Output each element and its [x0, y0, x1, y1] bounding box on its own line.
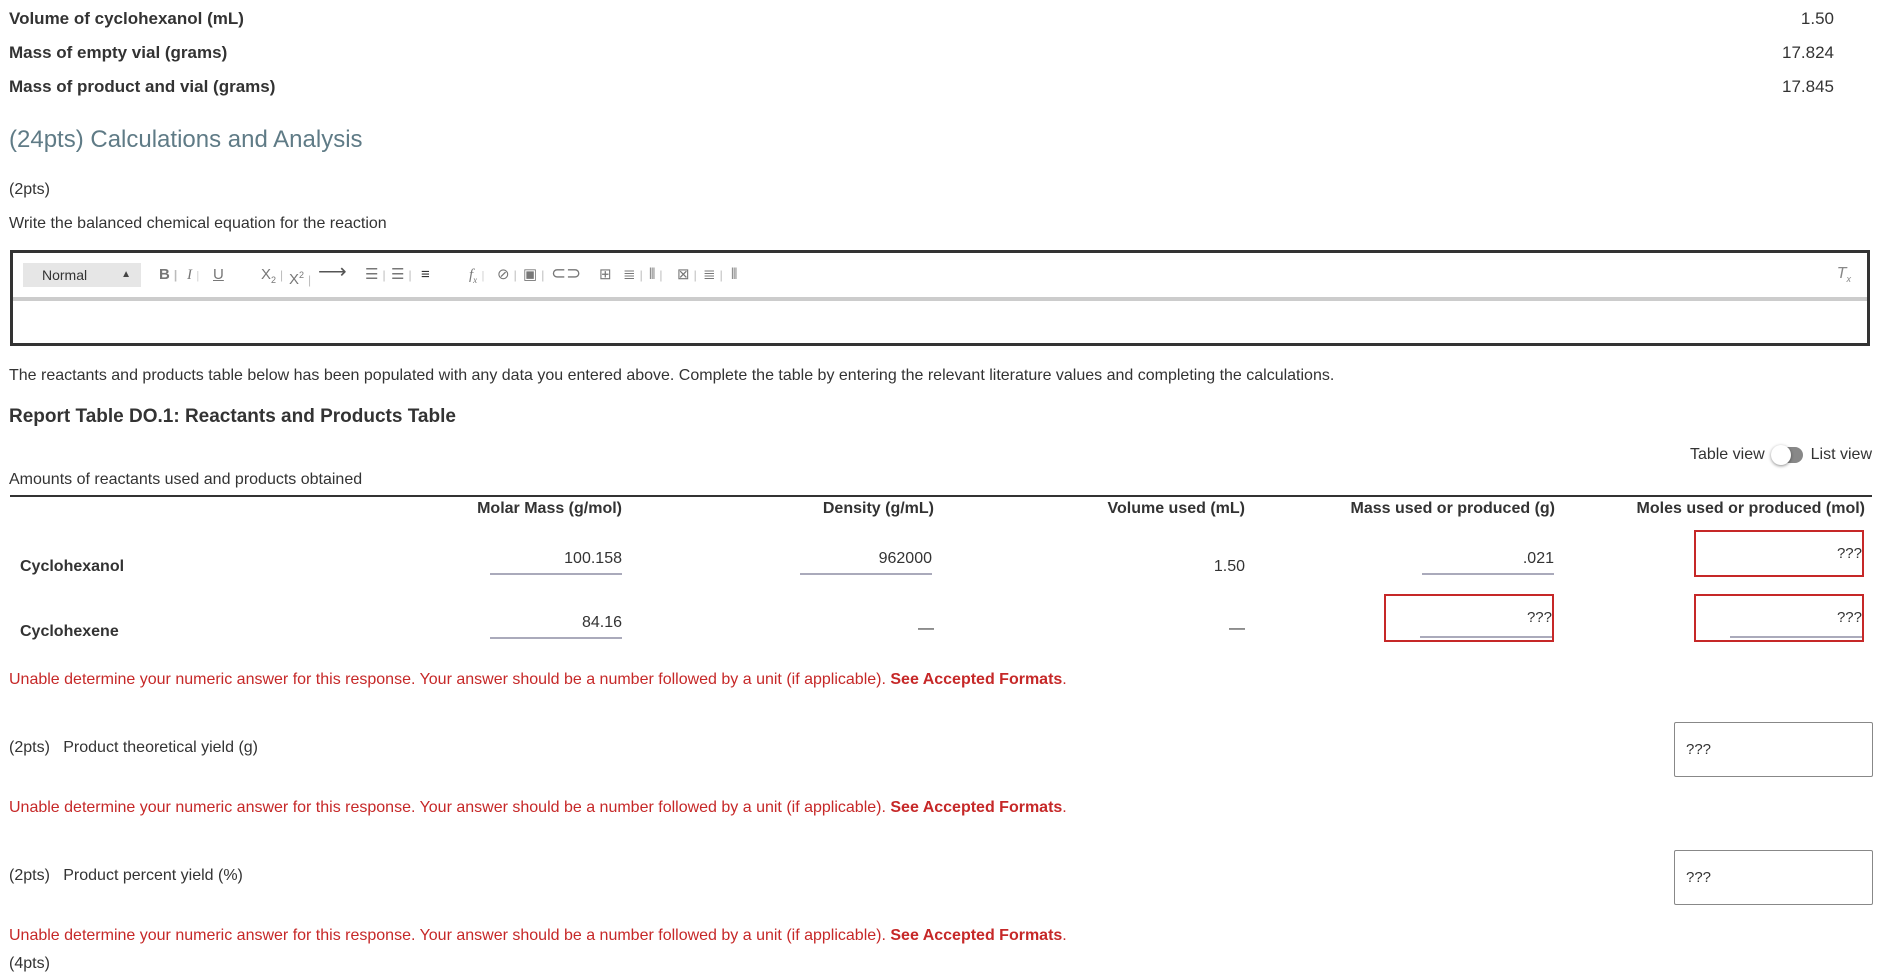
table-view-label: Table view: [1689, 446, 1765, 463]
error-text: Unable determine your numeric answer for…: [9, 799, 886, 816]
column-header-mass: Mass used or produced (g): [1350, 500, 1555, 517]
attachment-icon[interactable]: ⊂⊃: [551, 263, 581, 283]
align-icon[interactable]: ≡: [421, 265, 430, 285]
cyclohexanol-moles-input[interactable]: ???: [1694, 530, 1864, 577]
subscript-icon[interactable]: X2: [261, 265, 283, 290]
table-row-icon[interactable]: ≣: [623, 265, 643, 285]
equation-prompt: Write the balanced chemical equation for…: [9, 215, 387, 232]
cyclohexene-molar-mass-input[interactable]: [490, 609, 622, 639]
superscript-icon[interactable]: X2: [289, 265, 311, 290]
cyclohexanol-density-input[interactable]: [800, 545, 932, 575]
format-select-value: Normal: [42, 267, 88, 283]
measurement-label-product-vial: Mass of product and vial (grams): [9, 77, 276, 96]
input-underline: [1420, 636, 1552, 638]
theoretical-yield-points: (2pts): [9, 739, 50, 756]
error-text: Unable determine your numeric answer for…: [9, 927, 886, 944]
list-view-label: List view: [1810, 446, 1872, 463]
equation-editor[interactable]: Normal ▲ B I U X2 X2 ⟶ ☰ ☰ ≡ fx ⊘ ▣ ⊂⊃ ⊞…: [10, 250, 1870, 346]
percent-yield-input[interactable]: ???: [1674, 850, 1873, 905]
accepted-formats-link[interactable]: See Accepted Formats: [890, 927, 1062, 944]
cyclohexene-moles-value: ???: [1836, 609, 1862, 626]
editor-toolbar: Normal ▲ B I U X2 X2 ⟶ ☰ ☰ ≡ fx ⊘ ▣ ⊂⊃ ⊞…: [13, 253, 1867, 301]
table-column-icon[interactable]: ⫴: [649, 265, 662, 285]
link-icon[interactable]: ⊘: [497, 265, 517, 285]
accepted-formats-link[interactable]: See Accepted Formats: [890, 671, 1062, 688]
cyclohexene-mass-value: ???: [1526, 609, 1552, 626]
percent-yield-label: Product percent yield (%): [63, 867, 243, 884]
percent-yield-points: (2pts): [9, 867, 50, 884]
measurement-value-product-vial: 17.845: [1782, 77, 1834, 96]
row-label-cyclohexanol: Cyclohexanol: [20, 558, 125, 575]
table-title: Report Table DO.1: Reactants and Product…: [9, 406, 456, 427]
cyclohexanol-molar-mass-input[interactable]: [490, 545, 622, 575]
theoretical-yield-error-message: Unable determine your numeric answer for…: [9, 799, 1067, 816]
cyclohexene-density-value: —: [918, 620, 934, 637]
column-header-moles: Moles used or produced (mol): [1636, 500, 1865, 517]
theoretical-yield-input[interactable]: ???: [1674, 722, 1873, 777]
clear-format-icon[interactable]: Tx: [1837, 265, 1851, 284]
table-error-message: Unable determine your numeric answer for…: [9, 671, 1067, 688]
theoretical-yield-label: Product theoretical yield (g): [63, 739, 259, 756]
table-column-delete-icon[interactable]: ⫴: [731, 265, 737, 285]
italic-icon[interactable]: I: [187, 265, 199, 285]
column-header-density: Density (g/mL): [822, 500, 934, 517]
measurement-label-volume: Volume of cyclohexanol (mL): [9, 9, 244, 28]
table-divider: [10, 495, 1872, 497]
underline-icon[interactable]: U: [213, 265, 224, 285]
bold-icon[interactable]: B: [159, 265, 177, 285]
row-label-cyclohexene: Cyclohexene: [20, 623, 119, 640]
cyclohexene-mass-input[interactable]: ???: [1384, 594, 1554, 642]
column-header-molar-mass: Molar Mass (g/mol): [477, 500, 622, 517]
column-header-volume: Volume used (mL): [1107, 500, 1246, 517]
table-row-delete-icon[interactable]: ≣: [703, 265, 723, 285]
format-select[interactable]: Normal ▲: [23, 263, 141, 287]
cyclohexene-volume-value: —: [1229, 620, 1245, 637]
measurement-label-empty-vial: Mass of empty vial (grams): [9, 43, 228, 62]
view-toggle[interactable]: Table view List view: [1689, 445, 1872, 465]
table-intro-text: The reactants and products table below h…: [9, 367, 1335, 384]
image-icon[interactable]: ▣: [523, 265, 544, 285]
section-title: (24pts) Calculations and Analysis: [9, 126, 363, 153]
measurement-value-empty-vial: 17.824: [1782, 43, 1834, 62]
select-arrows-icon: ▲: [121, 269, 131, 280]
next-question-points: (4pts): [9, 955, 50, 972]
formula-icon[interactable]: fx: [469, 265, 484, 290]
view-toggle-switch[interactable]: [1770, 445, 1803, 465]
error-text: Unable determine your numeric answer for…: [9, 671, 886, 688]
toggle-knob: [1770, 445, 1791, 465]
theoretical-yield-question: (2pts) Product theoretical yield (g): [9, 739, 258, 757]
table-delete-icon[interactable]: ⊠: [677, 265, 697, 285]
bullet-list-icon[interactable]: ☰: [391, 265, 412, 285]
ordered-list-icon[interactable]: ☰: [365, 265, 386, 285]
table-icon[interactable]: ⊞: [599, 265, 612, 285]
equation-points: (2pts): [9, 181, 50, 198]
table-caption: Amounts of reactants used and products o…: [9, 471, 363, 488]
accepted-formats-link[interactable]: See Accepted Formats: [890, 799, 1062, 816]
cyclohexanol-moles-value: ???: [1836, 545, 1862, 562]
percent-yield-question: (2pts) Product percent yield (%): [9, 867, 243, 885]
cyclohexene-moles-input[interactable]: ???: [1694, 594, 1864, 642]
cyclohexanol-mass-input[interactable]: [1422, 545, 1554, 575]
cyclohexanol-volume-value: 1.50: [1213, 558, 1245, 575]
percent-yield-error-message: Unable determine your numeric answer for…: [9, 927, 1067, 944]
input-underline: [1730, 636, 1862, 638]
arrow-icon[interactable]: ⟶: [318, 262, 347, 282]
measurement-value-volume: 1.50: [1800, 9, 1834, 28]
